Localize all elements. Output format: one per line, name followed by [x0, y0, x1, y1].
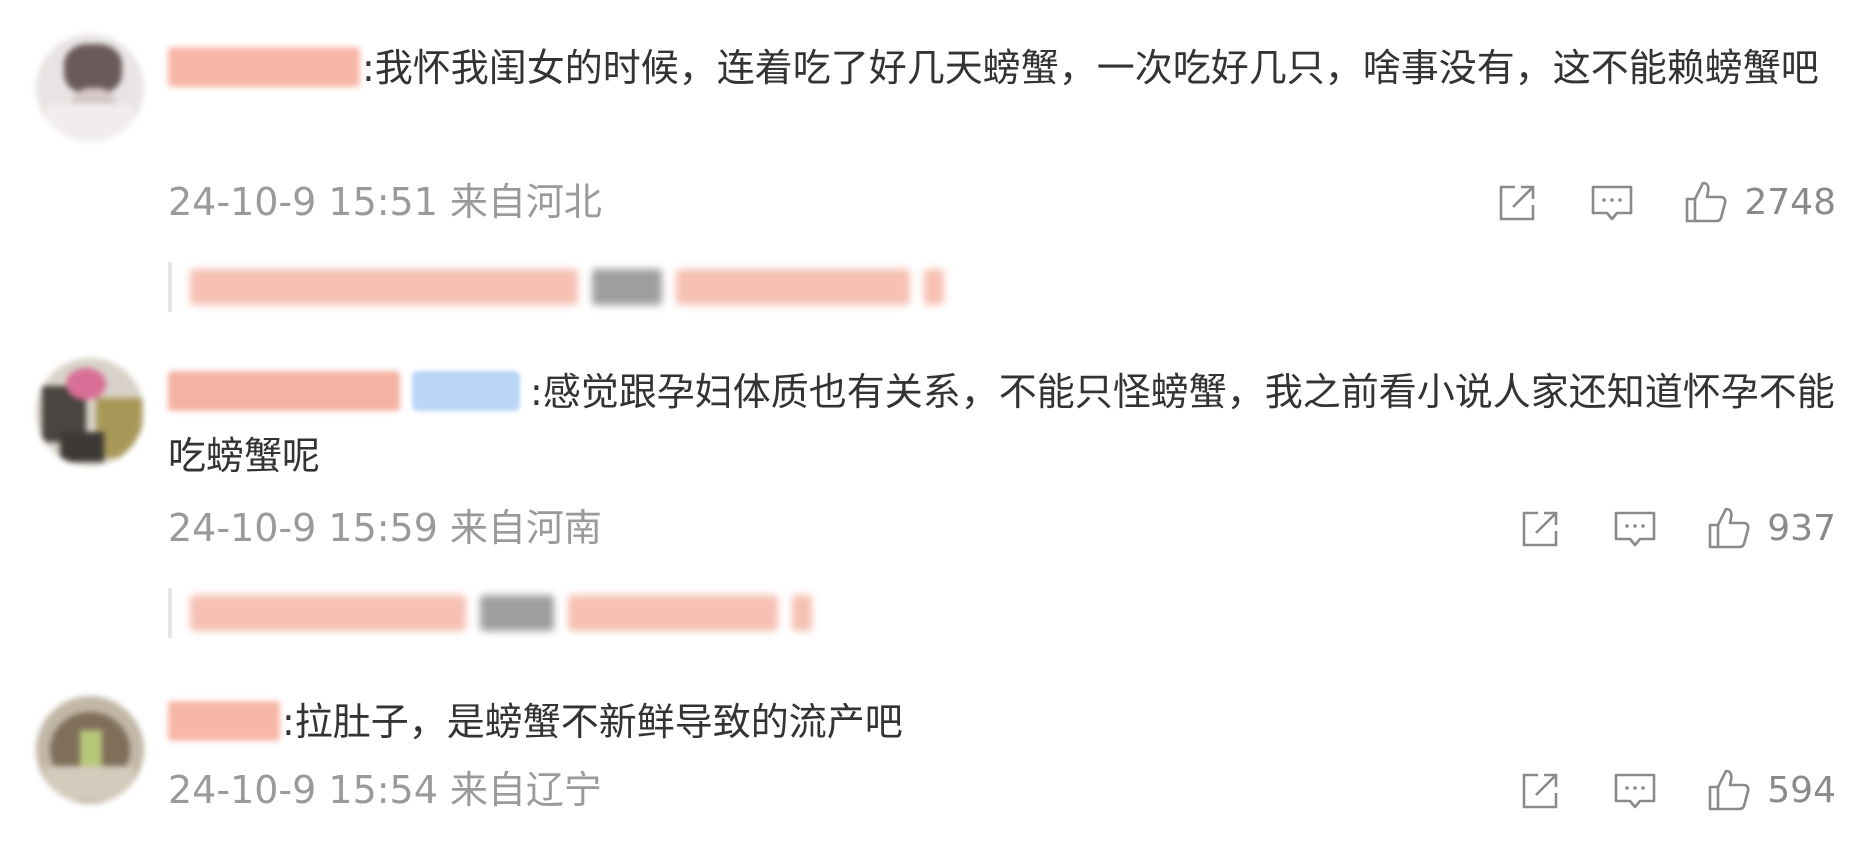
comment-location: 来自河北: [449, 180, 602, 224]
user-name-blurred[interactable]: [168, 47, 360, 87]
comment-actions: 937: [1515, 498, 1836, 558]
reply-preview-blurred[interactable]: [168, 588, 826, 638]
comment-meta: 24-10-9 15:54 来自辽宁: [168, 760, 602, 820]
comment-text-block: :感觉跟孕妇体质也有关系，不能只怪螃蟹，我之前看小说人家还知道怀孕不能吃螃蟹呢: [168, 360, 1840, 488]
reply-preview-blurred[interactable]: [168, 262, 958, 312]
comment-actions: 594: [1515, 760, 1836, 820]
comment-meta: 24-10-9 15:59 来自河南: [168, 498, 602, 558]
avatar[interactable]: [36, 34, 144, 142]
comment-text: :拉肚子，是螃蟹不新鲜导致的流产吧: [282, 700, 903, 744]
user-badge: [412, 371, 520, 411]
avatar[interactable]: [36, 358, 144, 466]
share-icon[interactable]: [1492, 176, 1544, 228]
like-icon[interactable]: [1703, 502, 1755, 554]
comment-location: 来自辽宁: [449, 768, 602, 812]
comment-text: :我怀我闺女的时候，连着吃了好几天螃蟹，一次吃好几只，啥事没有，这不能赖螃蟹吧: [362, 46, 1819, 90]
share-icon[interactable]: [1515, 502, 1567, 554]
user-name-blurred[interactable]: [168, 701, 280, 741]
like-icon[interactable]: [1703, 764, 1755, 816]
like-count: 937: [1767, 507, 1836, 549]
comment-meta: 24-10-9 15:51 来自河北: [168, 172, 602, 232]
comment-text-block: :拉肚子，是螃蟹不新鲜导致的流产吧: [168, 690, 1840, 754]
comment-location: 来自河南: [449, 506, 602, 550]
like-icon[interactable]: [1680, 176, 1732, 228]
comment-time: 24-10-9 15:51: [168, 180, 438, 224]
comment-time: 24-10-9 15:59: [168, 506, 438, 550]
avatar[interactable]: [36, 696, 144, 804]
share-icon[interactable]: [1515, 764, 1567, 816]
user-name-blurred[interactable]: [168, 371, 400, 411]
comment-icon[interactable]: [1609, 502, 1661, 554]
comment-text-block: :我怀我闺女的时候，连着吃了好几天螃蟹，一次吃好几只，啥事没有，这不能赖螃蟹吧: [168, 36, 1840, 100]
comment-icon[interactable]: [1609, 764, 1661, 816]
comment-actions: 2748: [1492, 172, 1836, 232]
like-count: 594: [1767, 769, 1836, 811]
like-count: 2748: [1744, 181, 1836, 223]
comment-time: 24-10-9 15:54: [168, 768, 438, 812]
comment-icon[interactable]: [1586, 176, 1638, 228]
